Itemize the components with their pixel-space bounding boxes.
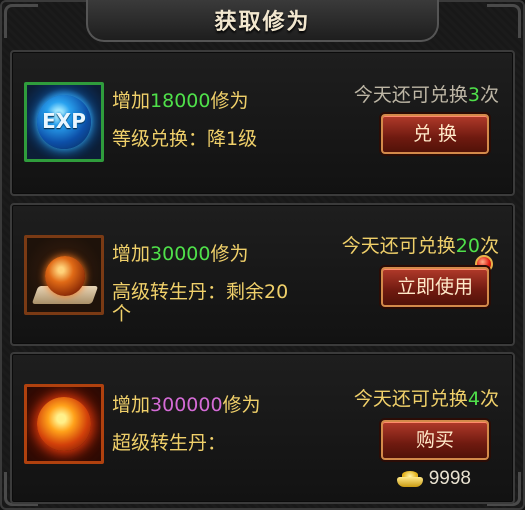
quota-suffix: 次 bbox=[479, 84, 499, 106]
exchange-button[interactable]: 兑 换 bbox=[381, 114, 489, 154]
reward-amount: 18000 bbox=[150, 90, 211, 112]
quota-prefix: 今天还可兑换 bbox=[353, 84, 468, 106]
super-rebirth-pill-icon bbox=[24, 384, 104, 464]
gold-amount: 9998 bbox=[428, 468, 471, 489]
quota-count: 3 bbox=[467, 84, 480, 106]
dialog-title: 获取修为 bbox=[214, 10, 311, 35]
reward-suffix: 修为 bbox=[210, 90, 249, 112]
use-now-button[interactable]: 立即使用 bbox=[381, 267, 489, 307]
gold-balance: 9998 bbox=[396, 468, 471, 490]
pill-orb bbox=[45, 256, 85, 296]
buy-button[interactable]: 购买 bbox=[381, 420, 489, 460]
daily-quota: 今天还可兑换3次 bbox=[354, 80, 499, 107]
reward-amount: 30000 bbox=[150, 243, 211, 265]
item-description: 高级转生丹：剩余20个 bbox=[112, 281, 289, 325]
reward-suffix: 修为 bbox=[222, 394, 261, 416]
exp-orb-icon: EXP bbox=[24, 82, 104, 162]
exchange-row-3: 增加300000修为 超级转生丹： 今天还可兑换4次 购买 9998 bbox=[10, 352, 515, 504]
item-description: 超级转生丹： bbox=[112, 432, 227, 454]
reward-line: 增加18000修为 bbox=[112, 86, 248, 113]
reward-line: 增加30000修为 bbox=[112, 239, 248, 266]
quota-prefix: 今天还可兑换 bbox=[341, 235, 456, 257]
pill-orb bbox=[37, 397, 91, 451]
exchange-row-1: EXP 增加18000修为 等级兑换：降1级 今天还可兑换3次 兑 换 bbox=[10, 50, 515, 196]
reward-prefix: 增加 bbox=[112, 394, 151, 416]
quota-prefix: 今天还可兑换 bbox=[353, 388, 468, 410]
reward-amount: 300000 bbox=[150, 394, 223, 416]
exchange-row-2: 增加30000修为 高级转生丹：剩余20个 今天还可兑换20次 立即使用 bbox=[10, 203, 515, 346]
quota-suffix: 次 bbox=[479, 388, 499, 410]
reward-prefix: 增加 bbox=[112, 243, 151, 265]
quota-suffix: 次 bbox=[479, 235, 499, 257]
reward-prefix: 增加 bbox=[112, 90, 151, 112]
daily-quota: 今天还可兑换20次 bbox=[342, 231, 499, 258]
advanced-rebirth-pill-icon bbox=[24, 235, 104, 315]
title-bar: 获取修为 bbox=[86, 0, 439, 42]
exchange-description: 等级兑换：降1级 bbox=[112, 128, 258, 150]
reward-line: 增加300000修为 bbox=[112, 390, 261, 417]
gold-ingot-icon bbox=[396, 471, 423, 487]
exp-label: EXP bbox=[42, 109, 86, 133]
daily-quota: 今天还可兑换4次 bbox=[354, 384, 499, 411]
quota-count: 20 bbox=[455, 235, 480, 257]
quota-count: 4 bbox=[467, 388, 480, 410]
reward-suffix: 修为 bbox=[210, 243, 249, 265]
frame-corner bbox=[4, 4, 38, 38]
frame-corner bbox=[487, 4, 521, 38]
